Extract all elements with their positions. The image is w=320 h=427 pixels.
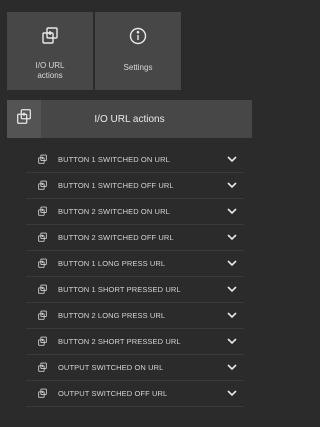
tile-io-url-actions[interactable]: I/O URL actions bbox=[7, 12, 93, 90]
list-item-label: BUTTON 2 SWITCHED OFF URL bbox=[58, 233, 174, 242]
list-item-label: BUTTON 2 LONG PRESS URL bbox=[58, 311, 166, 320]
io-url-actions-icon bbox=[26, 180, 48, 191]
chevron-down-icon[interactable] bbox=[220, 312, 244, 319]
io-url-actions-icon bbox=[26, 388, 48, 399]
io-url-actions-icon bbox=[26, 232, 48, 243]
section-icon-box bbox=[7, 100, 41, 138]
section-header: I/O URL actions bbox=[7, 100, 252, 138]
chevron-down-icon[interactable] bbox=[220, 234, 244, 241]
list-item-label: OUTPUT SWITCHED ON URL bbox=[58, 363, 164, 372]
io-url-actions-icon bbox=[26, 206, 48, 217]
chevron-down-icon[interactable] bbox=[220, 156, 244, 163]
list-item[interactable]: BUTTON 2 SWITCHED OFF URL bbox=[26, 225, 244, 251]
list-item-label: BUTTON 1 SWITCHED ON URL bbox=[58, 155, 170, 164]
chevron-down-icon[interactable] bbox=[220, 364, 244, 371]
top-tiles: I/O URL actions Settings bbox=[7, 12, 181, 90]
list-item-label: BUTTON 1 SWITCHED OFF URL bbox=[58, 181, 174, 190]
list-item-label: BUTTON 2 SHORT PRESSED URL bbox=[58, 337, 181, 346]
chevron-down-icon[interactable] bbox=[220, 286, 244, 293]
io-url-actions-icon bbox=[26, 362, 48, 373]
list-item[interactable]: BUTTON 1 SHORT PRESSED URL bbox=[26, 277, 244, 303]
io-url-actions-icon bbox=[26, 336, 48, 347]
chevron-down-icon[interactable] bbox=[220, 390, 244, 397]
list-item-label: OUTPUT SWITCHED OFF URL bbox=[58, 389, 168, 398]
list-item[interactable]: BUTTON 2 SHORT PRESSED URL bbox=[26, 329, 244, 355]
io-url-actions-icon bbox=[40, 26, 60, 51]
section-title: I/O URL actions bbox=[94, 113, 165, 125]
io-url-actions-icon bbox=[26, 284, 48, 295]
list-item[interactable]: BUTTON 2 SWITCHED ON URL bbox=[26, 199, 244, 225]
chevron-down-icon[interactable] bbox=[220, 338, 244, 345]
list-item[interactable]: BUTTON 1 SWITCHED OFF URL bbox=[26, 173, 244, 199]
io-url-actions-icon bbox=[26, 310, 48, 321]
tile-settings[interactable]: Settings bbox=[95, 12, 181, 90]
list-item-label: BUTTON 1 SHORT PRESSED URL bbox=[58, 285, 181, 294]
list-item-label: BUTTON 1 LONG PRESS URL bbox=[58, 259, 166, 268]
list-item[interactable]: OUTPUT SWITCHED ON URL bbox=[26, 355, 244, 381]
list-item[interactable]: BUTTON 2 LONG PRESS URL bbox=[26, 303, 244, 329]
chevron-down-icon[interactable] bbox=[220, 260, 244, 267]
list-item[interactable]: BUTTON 1 SWITCHED ON URL bbox=[26, 147, 244, 173]
chevron-down-icon[interactable] bbox=[220, 182, 244, 189]
info-settings-icon bbox=[128, 26, 148, 51]
list-item-label: BUTTON 2 SWITCHED ON URL bbox=[58, 207, 170, 216]
chevron-down-icon[interactable] bbox=[220, 208, 244, 215]
tile-label-io-url-actions: I/O URL actions bbox=[35, 61, 65, 80]
list-item[interactable]: OUTPUT SWITCHED OFF URL bbox=[26, 381, 244, 407]
io-url-actions-icon bbox=[26, 154, 48, 165]
tile-label-settings: Settings bbox=[123, 63, 153, 72]
url-actions-list: BUTTON 1 SWITCHED ON URL BUTTON 1 SWITCH… bbox=[26, 147, 244, 407]
list-item[interactable]: BUTTON 1 LONG PRESS URL bbox=[26, 251, 244, 277]
io-url-actions-icon bbox=[15, 108, 33, 131]
io-url-actions-icon bbox=[26, 258, 48, 269]
